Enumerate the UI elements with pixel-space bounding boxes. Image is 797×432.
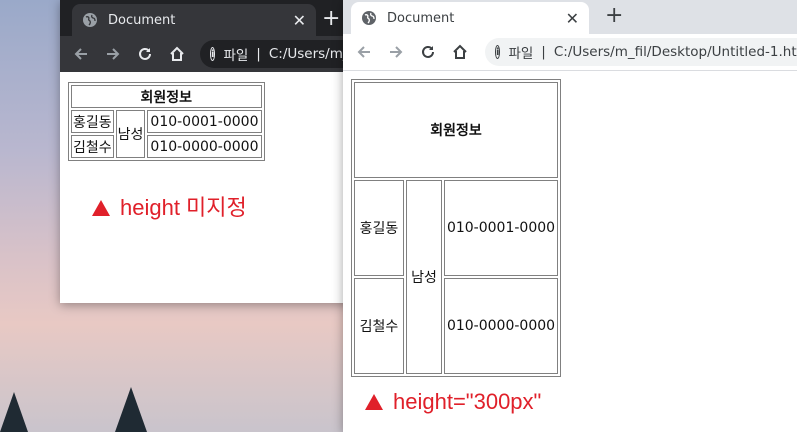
caption-text: height="300px" [393, 389, 542, 414]
tab-title: Document [108, 12, 176, 28]
name-cell: 김철수 [71, 135, 114, 158]
new-tab-icon[interactable]: + [605, 3, 623, 29]
toolbar: i 파일 | C:/Users/m_fil/Desktop/Untitled-1… [60, 36, 400, 72]
separator: | [256, 46, 261, 62]
info-icon[interactable]: i [495, 45, 501, 59]
tab-document[interactable]: Document ✕ [351, 2, 589, 34]
background-tree [0, 392, 28, 432]
reload-icon[interactable] [134, 43, 156, 65]
caption-no-height: height 미지정 [92, 190, 247, 222]
name-cell: 홍길동 [354, 180, 404, 276]
phone-cell: 010-0000-0000 [444, 278, 558, 374]
page-content: 회원정보 홍길동 남성 010-0001-0000 김철수 010-0000-0… [60, 72, 350, 303]
close-tab-icon[interactable]: ✕ [293, 11, 306, 30]
separator: | [541, 44, 546, 60]
url-scheme-label: 파일 [508, 46, 534, 62]
home-icon[interactable] [449, 41, 471, 63]
new-tab-icon[interactable]: + [322, 6, 340, 32]
url-text: C:/Users/m_fil/Desktop/Untitled-1.html [553, 44, 797, 60]
member-table: 회원정보 홍길동 남성 010-0001-0000 김철수 010-0000-0… [351, 79, 561, 377]
tab-bar: Document ✕ + [343, 0, 797, 34]
back-icon[interactable] [353, 41, 375, 63]
tab-title: Document [387, 10, 455, 26]
home-icon[interactable] [166, 43, 188, 65]
toolbar: i 파일 | C:/Users/m_fil/Desktop/Untitled-1… [343, 34, 797, 71]
gender-cell: 남성 [406, 180, 442, 374]
name-cell: 김철수 [354, 278, 404, 374]
url-scheme-label: 파일 [223, 48, 249, 64]
gender-cell: 남성 [115, 110, 146, 158]
triangle-icon [92, 200, 110, 216]
name-cell: 홍길동 [71, 110, 114, 133]
table-header: 회원정보 [71, 85, 262, 108]
tab-document[interactable]: Document ✕ [72, 4, 316, 36]
page-content: 회원정보 홍길동 남성 010-0001-0000 김철수 010-0000-0… [343, 71, 797, 432]
browser-window-light: Document ✕ + i 파일 | C:/Users/m_fil/Deskt… [343, 0, 797, 432]
reload-icon[interactable] [417, 41, 439, 63]
table-header: 회원정보 [354, 82, 558, 178]
close-tab-icon[interactable]: ✕ [566, 9, 579, 28]
phone-cell: 010-0001-0000 [444, 180, 558, 276]
member-table: 회원정보 홍길동 남성 010-0001-0000 김철수 010-0000-0… [68, 82, 265, 161]
browser-window-dark: Document ✕ + i 파일 | C:/Users/m_fil/Deskt… [60, 0, 400, 303]
phone-cell: 010-0001-0000 [147, 110, 262, 133]
tab-bar: Document ✕ + [60, 0, 350, 36]
forward-icon[interactable] [102, 43, 124, 65]
globe-icon [83, 13, 97, 27]
caption-with-height: height="300px" [365, 389, 541, 415]
globe-icon [362, 11, 376, 25]
background-tree [115, 387, 147, 432]
forward-icon[interactable] [385, 41, 407, 63]
caption-text: height 미지정 [120, 195, 247, 220]
info-icon[interactable]: i [210, 47, 216, 61]
back-icon[interactable] [70, 43, 92, 65]
address-bar[interactable]: i 파일 | C:/Users/m_fil/Desktop/Untitled-1… [485, 38, 797, 66]
triangle-icon [365, 394, 383, 410]
phone-cell: 010-0000-0000 [147, 135, 262, 158]
